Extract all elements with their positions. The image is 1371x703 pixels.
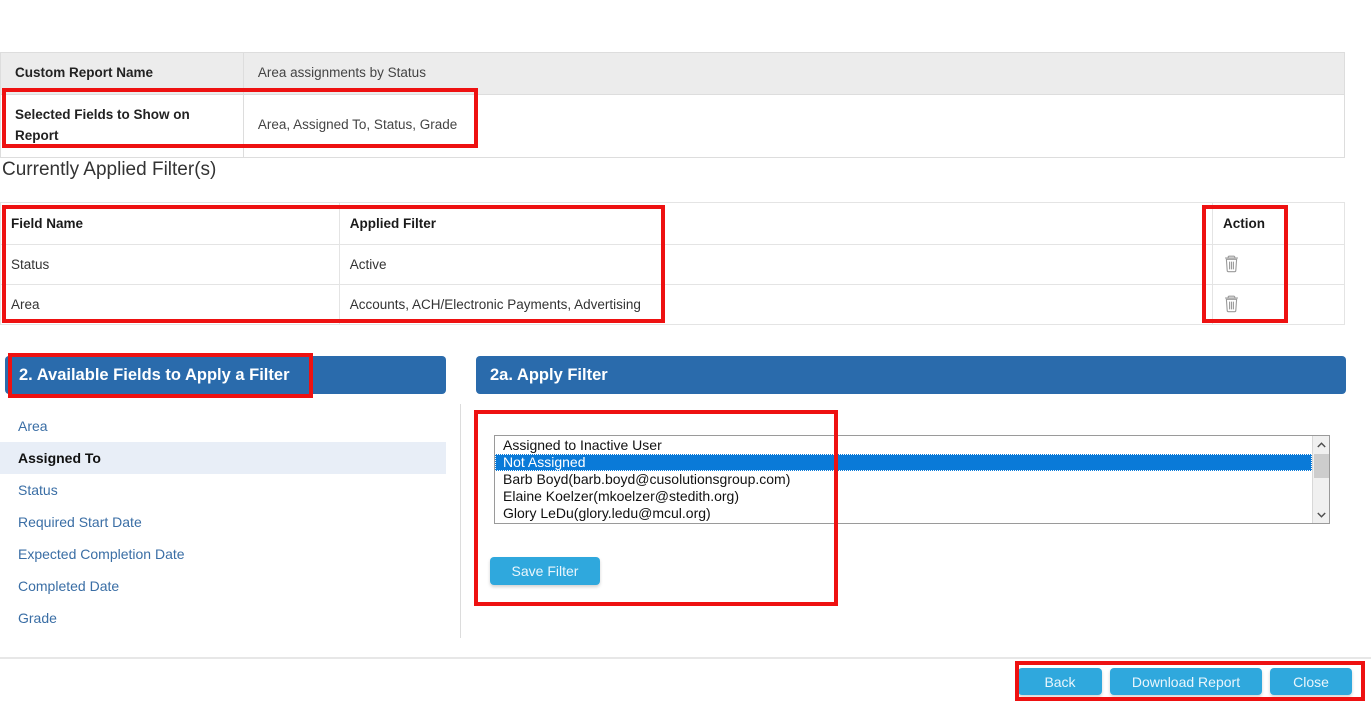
panel-divider	[460, 404, 461, 638]
selected-fields-value: Area, Assigned To, Status, Grade	[242, 93, 1346, 158]
filter-values-listbox[interactable]: Assigned to Inactive User Not Assigned B…	[494, 435, 1330, 524]
field-item-completed-date[interactable]: Completed Date	[0, 570, 446, 602]
footer-divider	[0, 657, 1371, 659]
delete-filter-cell[interactable]	[1212, 284, 1345, 325]
applied-filters-table: Field Name Applied Filter Action Status …	[0, 202, 1345, 325]
available-fields-list: Area Assigned To Status Required Start D…	[0, 410, 446, 634]
field-item-label: Area	[18, 418, 48, 434]
field-item-area[interactable]: Area	[0, 410, 446, 442]
table-row: Custom Report Name Area assignments by S…	[0, 52, 1346, 95]
list-item-selected[interactable]: Not Assigned	[495, 454, 1312, 471]
field-item-label: Expected Completion Date	[18, 546, 185, 562]
list-item[interactable]: Barb Boyd(barb.boyd@cusolutionsgroup.com…	[495, 471, 1312, 488]
field-item-label: Grade	[18, 610, 57, 626]
applied-filters-heading: Currently Applied Filter(s)	[2, 159, 217, 180]
available-fields-panel-title: 2. Available Fields to Apply a Filter	[19, 365, 290, 384]
download-report-button[interactable]: Download Report	[1110, 668, 1262, 695]
table-row: Selected Fields to Show on Report Area, …	[0, 93, 1346, 158]
field-item-assigned-to[interactable]: Assigned To	[0, 442, 446, 474]
save-filter-button[interactable]: Save Filter	[490, 557, 600, 585]
filter-applied-value: Accounts, ACH/Electronic Payments, Adver…	[338, 284, 1214, 325]
listbox-scrollbar[interactable]	[1312, 436, 1329, 523]
report-name-label: Custom Report Name	[0, 52, 244, 95]
apply-filter-panel-header: 2a. Apply Filter	[476, 356, 1346, 394]
field-item-label: Assigned To	[18, 450, 101, 466]
table-row: Status Active	[0, 244, 1345, 285]
report-name-value: Area assignments by Status	[242, 52, 1346, 95]
filter-field-name: Status	[0, 244, 340, 285]
report-info-table: Custom Report Name Area assignments by S…	[0, 52, 1346, 158]
column-header-action: Action	[1212, 202, 1345, 245]
close-button[interactable]: Close	[1270, 668, 1352, 695]
list-item[interactable]: Assigned to Inactive User	[495, 437, 1312, 454]
table-header-row: Field Name Applied Filter Action	[0, 202, 1345, 245]
report-filter-page: Custom Report Name Area assignments by S…	[0, 0, 1371, 703]
field-item-required-start-date[interactable]: Required Start Date	[0, 506, 446, 538]
field-item-label: Completed Date	[18, 578, 120, 594]
trash-icon[interactable]	[1223, 253, 1240, 273]
trash-icon[interactable]	[1223, 293, 1240, 313]
available-fields-panel-header: 2. Available Fields to Apply a Filter	[5, 356, 446, 394]
column-header-applied-filter: Applied Filter	[338, 202, 1214, 245]
chevron-up-icon[interactable]	[1313, 436, 1329, 453]
field-item-status[interactable]: Status	[0, 474, 446, 506]
selected-fields-label: Selected Fields to Show on Report	[0, 93, 244, 158]
field-item-grade[interactable]: Grade	[0, 602, 446, 634]
delete-filter-cell[interactable]	[1212, 244, 1345, 285]
field-item-expected-completion-date[interactable]: Expected Completion Date	[0, 538, 446, 570]
field-item-label: Status	[18, 482, 58, 498]
apply-filter-panel-title: 2a. Apply Filter	[490, 365, 608, 384]
filter-applied-value: Active	[338, 244, 1214, 285]
filter-field-name: Area	[0, 284, 340, 325]
listbox-options: Assigned to Inactive User Not Assigned B…	[495, 436, 1312, 523]
table-row: Area Accounts, ACH/Electronic Payments, …	[0, 284, 1345, 325]
column-header-field-name: Field Name	[0, 202, 340, 245]
list-item[interactable]: Elaine Koelzer(mkoelzer@stedith.org)	[495, 488, 1312, 505]
back-button[interactable]: Back	[1018, 668, 1102, 695]
field-item-label: Required Start Date	[18, 514, 142, 530]
scrollbar-thumb[interactable]	[1314, 454, 1329, 478]
list-item[interactable]: Glory LeDu(glory.ledu@mcul.org)	[495, 505, 1312, 522]
chevron-down-icon[interactable]	[1313, 506, 1329, 523]
